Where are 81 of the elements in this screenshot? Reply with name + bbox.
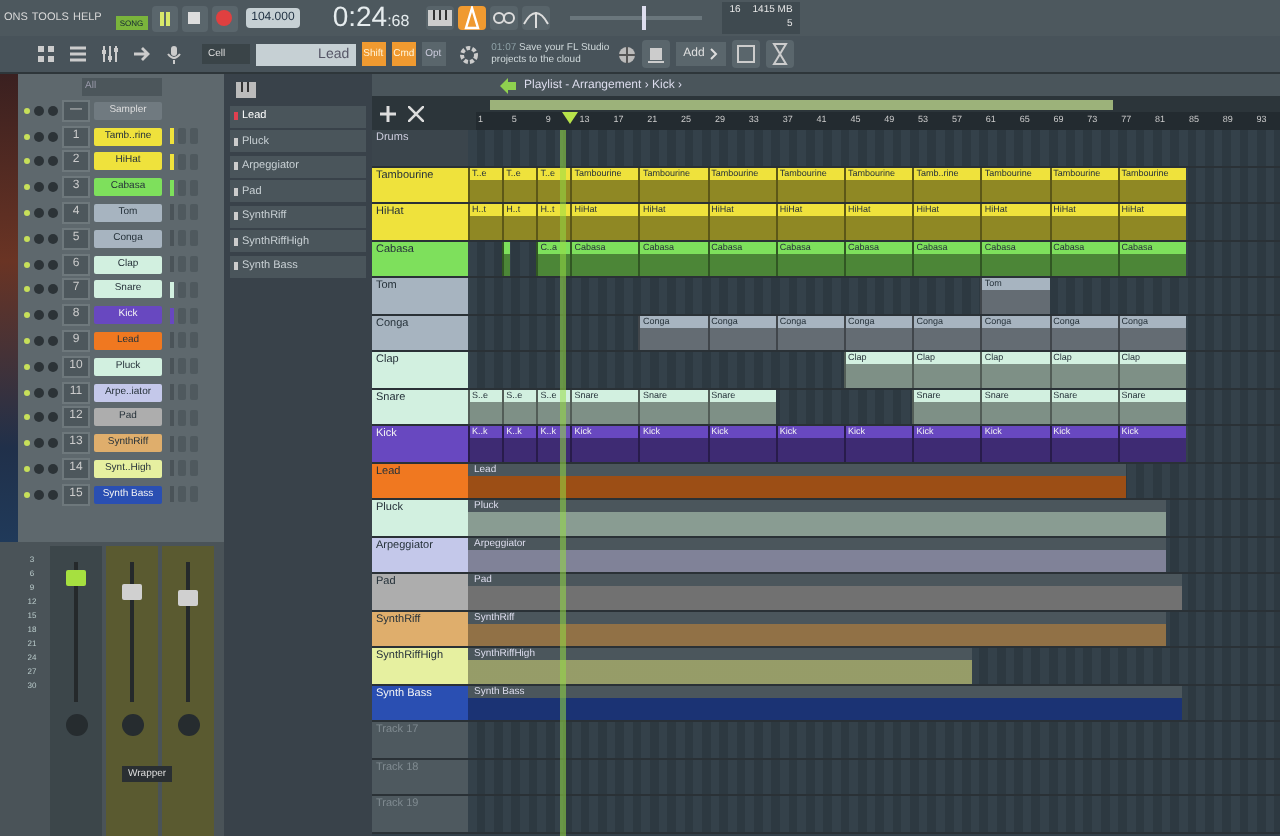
pattern-clip[interactable] [502,241,511,276]
stop-button[interactable] [181,5,208,31]
pan-knob[interactable] [34,233,44,244]
channel-led-icon[interactable] [24,312,30,319]
volume-knob[interactable] [48,105,58,116]
pan-knob[interactable] [34,131,44,142]
arrow-icon[interactable] [132,44,152,64]
volume-knob[interactable] [48,182,58,193]
pan-knob[interactable] [65,714,87,736]
chevron-icon [710,48,719,60]
volume-knob[interactable] [48,156,58,167]
microphone-icon[interactable] [164,44,184,64]
time-display: 0:24:68 [332,0,410,36]
stack-icon[interactable] [641,40,670,68]
pan-knob[interactable] [34,207,44,218]
pan-knob[interactable] [34,284,44,295]
channel-led-icon[interactable] [24,389,30,396]
channel-led-icon[interactable] [24,440,30,447]
channel-led-icon[interactable] [24,133,30,140]
channel-led-icon[interactable] [24,286,30,293]
volume-knob[interactable] [48,438,58,449]
pan-knob[interactable] [34,182,44,193]
pause-icon [157,11,172,25]
fader-thumb[interactable] [66,570,86,587]
grid-icon[interactable] [36,44,56,64]
volume-knob[interactable] [48,233,58,244]
plus-icon[interactable] [380,105,396,121]
hourglass-icon[interactable] [766,40,795,68]
channel-led-icon[interactable] [24,465,30,472]
channel-led-icon[interactable] [24,491,30,498]
pan-knob[interactable] [34,259,44,270]
pan-knob[interactable] [34,310,44,321]
fader-thumb[interactable] [122,584,142,601]
channel-led-icon[interactable] [24,209,30,216]
record-icon [216,10,233,26]
stop-icon [188,12,201,24]
pan-knob[interactable] [34,412,44,423]
volume-knob[interactable] [48,335,58,346]
loop-icon[interactable] [489,6,518,30]
mixer-strip[interactable] [50,546,102,836]
metronome-icon[interactable] [457,6,486,30]
close-icon[interactable] [408,105,424,121]
window-icon[interactable] [732,40,761,68]
globe-icon[interactable] [617,45,636,63]
volume-knob[interactable] [48,387,58,398]
piano-icon[interactable] [236,82,256,98]
channel-led-icon[interactable] [24,158,30,165]
channel-led-icon[interactable] [24,261,30,268]
volume-knob[interactable] [48,361,58,372]
volume-knob[interactable] [48,489,58,500]
keyboard-icon[interactable] [425,6,454,30]
sliders-icon[interactable] [100,44,120,64]
channel-led-icon[interactable] [24,414,30,421]
volume-knob[interactable] [48,310,58,321]
volume-knob[interactable] [48,463,58,474]
volume-knob[interactable] [48,412,58,423]
channel-led-icon[interactable] [24,107,30,114]
pan-knob[interactable] [34,387,44,398]
fader-thumb[interactable] [178,589,198,605]
pan-knob[interactable] [177,714,199,736]
channel-led-icon[interactable] [24,184,30,191]
volume-knob[interactable] [48,207,58,218]
pan-knob[interactable] [34,105,44,116]
channel-led-icon[interactable] [24,337,30,344]
pan-knob[interactable] [34,361,44,372]
arrow-icon[interactable] [500,77,516,93]
slider-thumb[interactable] [641,6,646,30]
pan-knob[interactable] [121,714,143,736]
volume-knob[interactable] [48,284,58,295]
pan-knob[interactable] [34,489,44,500]
list-icon[interactable] [68,44,88,64]
volume-knob[interactable] [48,259,58,270]
channel-led-icon[interactable] [24,363,30,370]
channel-led-icon[interactable] [24,235,30,242]
pan-knob[interactable] [34,156,44,167]
pan-knob[interactable] [34,335,44,346]
volume-knob[interactable] [48,131,58,142]
play-button[interactable] [151,5,178,31]
mixer-strip[interactable] [162,546,214,836]
pan-knob[interactable] [34,438,44,449]
pan-knob[interactable] [34,463,44,474]
